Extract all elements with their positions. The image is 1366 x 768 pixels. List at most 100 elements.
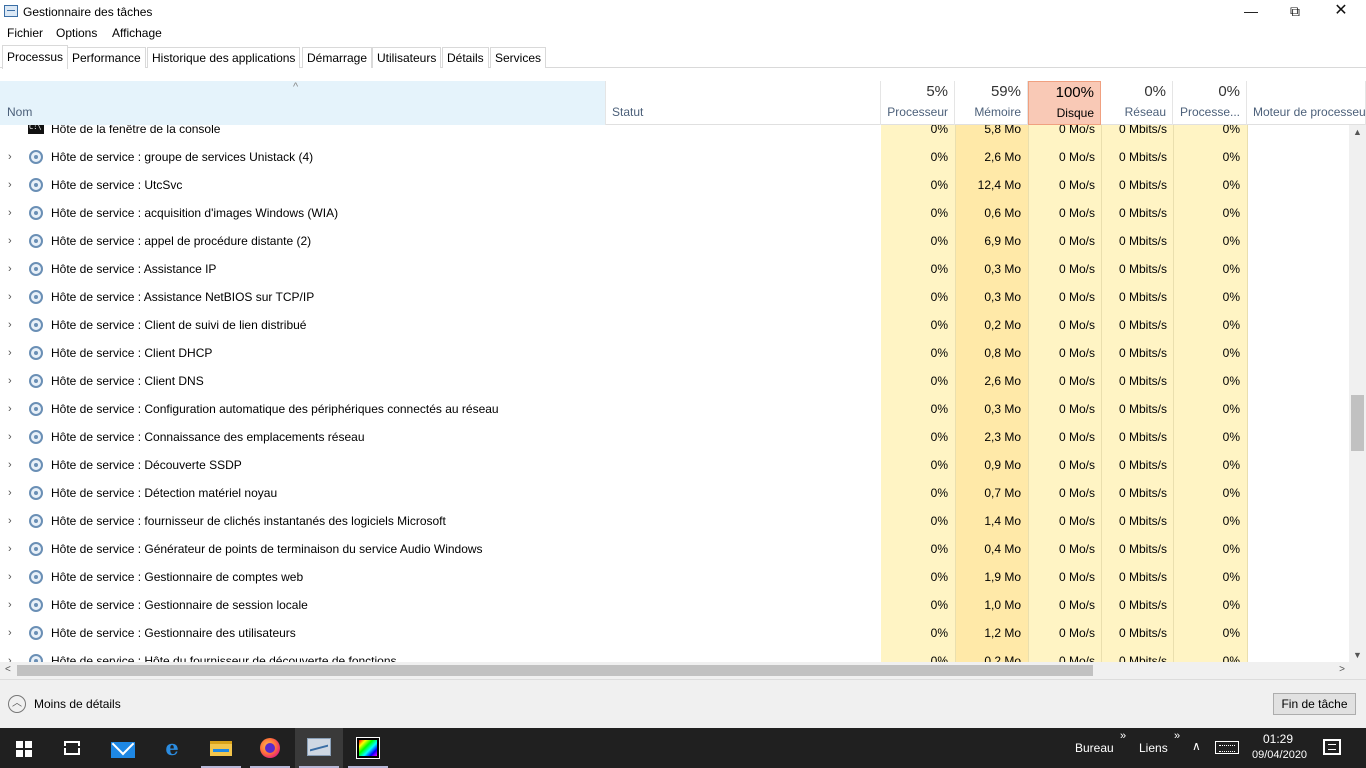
horizontal-scrollbar[interactable]: < >: [0, 662, 1349, 679]
clock-time[interactable]: 01:29: [1258, 732, 1298, 746]
scroll-left-icon[interactable]: <: [5, 664, 11, 675]
column-header-disk[interactable]: 100% Disque: [1028, 81, 1101, 125]
chevron-up-circle-icon[interactable]: ︿: [8, 695, 26, 713]
gear-icon: [29, 206, 43, 220]
column-network-label: Réseau: [1124, 105, 1166, 119]
table-row[interactable]: › Hôte de service : groupe de services Un…: [0, 143, 1349, 171]
table-row[interactable]: Hôte de la fenêtre de la console 0% 5,8 Mo…: [0, 125, 1349, 143]
expand-chevron-icon[interactable]: ›: [8, 599, 12, 611]
taskbar-color-app[interactable]: [344, 728, 392, 768]
table-row[interactable]: › Hôte de service : Générateur de points …: [0, 535, 1349, 563]
restore-button[interactable]: ⧉: [1272, 0, 1318, 24]
close-button[interactable]: ✕: [1318, 0, 1364, 24]
taskbar-mail[interactable]: [99, 728, 147, 768]
table-row[interactable]: › Hôte de service : Gestionnaire de compt…: [0, 563, 1349, 591]
tab-details[interactable]: Détails: [442, 47, 489, 68]
column-header-status[interactable]: Statut: [606, 81, 881, 125]
table-row[interactable]: › Hôte de service : Connaissance des empl…: [0, 423, 1349, 451]
expand-chevron-icon[interactable]: ›: [8, 319, 12, 331]
table-row[interactable]: › Hôte de service : Assistance NetBIOS su…: [0, 283, 1349, 311]
tab-utilisateurs[interactable]: Utilisateurs: [372, 47, 442, 68]
table-row[interactable]: › Hôte de service : Assistance IP 0% 0,3 Mo…: [0, 255, 1349, 283]
expand-chevron-icon[interactable]: ›: [8, 179, 12, 191]
table-row[interactable]: › Hôte de service : fournisseur de cliché…: [0, 507, 1349, 535]
menu-fichier[interactable]: Fichier: [7, 26, 43, 40]
gear-icon: [29, 318, 43, 332]
table-row[interactable]: › Hôte de service : Client de suivi de li…: [0, 311, 1349, 339]
toolbar-chevron-icon[interactable]: »: [1174, 730, 1180, 742]
network-value: 0 Mbits/s: [1118, 402, 1167, 416]
taskbar-explorer[interactable]: [197, 728, 245, 768]
column-header-gpu-engine[interactable]: Moteur de processeur: [1247, 81, 1366, 125]
expand-chevron-icon[interactable]: ›: [8, 347, 12, 359]
vertical-scrollbar[interactable]: ▲ ▼: [1349, 125, 1366, 662]
expand-chevron-icon[interactable]: ›: [8, 459, 12, 471]
less-details-link[interactable]: Moins de détails: [34, 697, 121, 711]
cpu-value: 0%: [930, 346, 948, 360]
disk-value: 0 Mo/s: [1058, 598, 1095, 612]
notifications-icon[interactable]: [1323, 739, 1341, 755]
menu-options[interactable]: Options: [56, 26, 97, 40]
expand-chevron-icon[interactable]: ›: [8, 235, 12, 247]
taskbar-edge[interactable]: e: [148, 728, 196, 768]
tab-processus[interactable]: Processus: [2, 45, 69, 69]
minimize-button[interactable]: —: [1228, 0, 1274, 24]
horizontal-scroll-thumb[interactable]: [17, 665, 1093, 676]
expand-chevron-icon[interactable]: ›: [8, 207, 12, 219]
menu-bar: Fichier Options Affichage: [0, 24, 1366, 43]
expand-chevron-icon[interactable]: ›: [8, 655, 12, 662]
scroll-up-icon[interactable]: ▲: [1353, 127, 1362, 137]
column-header-network[interactable]: 0% Réseau: [1101, 81, 1173, 125]
column-header-cpu[interactable]: 5% Processeur: [881, 81, 955, 125]
expand-chevron-icon[interactable]: ›: [8, 263, 12, 275]
taskbar-firefox[interactable]: [246, 728, 294, 768]
expand-chevron-icon[interactable]: ›: [8, 627, 12, 639]
table-row[interactable]: › Hôte de service : Client DHCP 0% 0,8 Mo 0 …: [0, 339, 1349, 367]
network-value: 0 Mbits/s: [1118, 486, 1167, 500]
table-row[interactable]: › Hôte de service : Client DNS 0% 2,6 Mo 0 M…: [0, 367, 1349, 395]
task-view-button[interactable]: [48, 728, 96, 768]
table-row[interactable]: › Hôte de service : appel de procédure di…: [0, 227, 1349, 255]
start-button[interactable]: [0, 728, 48, 768]
expand-chevron-icon[interactable]: ›: [8, 431, 12, 443]
table-row[interactable]: › Hôte de service : acquisition d'images …: [0, 199, 1349, 227]
toolbar-bureau[interactable]: Bureau: [1075, 741, 1114, 755]
expand-chevron-icon[interactable]: ›: [8, 291, 12, 303]
tab-demarrage[interactable]: Démarrage: [302, 47, 373, 68]
toolbar-chevron-icon[interactable]: »: [1120, 730, 1126, 742]
clock-date[interactable]: 09/04/2020: [1252, 749, 1307, 761]
expand-chevron-icon[interactable]: ›: [8, 543, 12, 555]
tab-performance[interactable]: Performance: [67, 47, 146, 68]
disk-value: 0 Mo/s: [1058, 125, 1095, 136]
expand-chevron-icon[interactable]: ›: [8, 487, 12, 499]
gpu-value: 0%: [1222, 654, 1240, 662]
table-row[interactable]: › Hôte de service : Découverte SSDP 0% 0,9 …: [0, 451, 1349, 479]
column-header-gpu[interactable]: 0% Processe...: [1173, 81, 1247, 125]
table-row[interactable]: › Hôte de service : Configuration automat…: [0, 395, 1349, 423]
scroll-right-icon[interactable]: >: [1339, 664, 1345, 675]
end-task-button[interactable]: Fin de tâche: [1273, 693, 1356, 715]
column-header-name[interactable]: ^ Nom: [0, 81, 606, 125]
table-row[interactable]: › Hôte de service : Détection matériel no…: [0, 479, 1349, 507]
column-header-memory[interactable]: 59% Mémoire: [955, 81, 1028, 125]
menu-affichage[interactable]: Affichage: [112, 26, 162, 40]
tab-services[interactable]: Services: [490, 47, 547, 68]
scroll-down-icon[interactable]: ▼: [1353, 650, 1362, 660]
expand-chevron-icon[interactable]: ›: [8, 515, 12, 527]
taskbar-task-manager[interactable]: [295, 728, 343, 768]
expand-chevron-icon[interactable]: ›: [8, 375, 12, 387]
table-row[interactable]: › Hôte de service : Hôte du fournisseur d…: [0, 647, 1349, 662]
table-row[interactable]: › Hôte de service : UtcSvc 0% 12,4 Mo 0 Mo/s…: [0, 171, 1349, 199]
table-row[interactable]: › Hôte de service : Gestionnaire de sessi…: [0, 591, 1349, 619]
table-row[interactable]: › Hôte de service : Gestionnaire des util…: [0, 619, 1349, 647]
file-explorer-icon: [210, 741, 232, 756]
expand-chevron-icon[interactable]: ›: [8, 571, 12, 583]
toolbar-liens[interactable]: Liens: [1139, 741, 1168, 755]
tab-historique[interactable]: Historique des applications: [147, 47, 301, 68]
show-hidden-icons-icon[interactable]: ∧: [1192, 739, 1201, 753]
expand-chevron-icon[interactable]: ›: [8, 151, 12, 163]
expand-chevron-icon[interactable]: ›: [8, 403, 12, 415]
memory-value: 5,8 Mo: [984, 125, 1021, 136]
keyboard-icon[interactable]: [1215, 741, 1239, 754]
vertical-scroll-thumb[interactable]: [1351, 395, 1364, 451]
